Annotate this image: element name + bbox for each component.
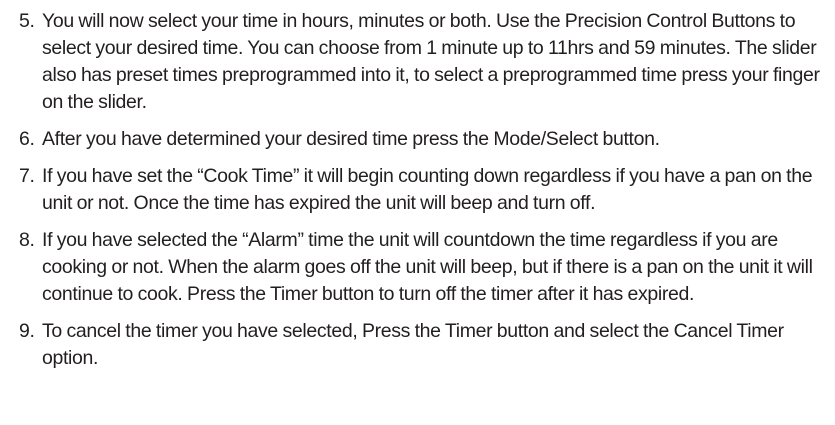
step-9: 9. To cancel the timer you have selected… xyxy=(19,318,823,372)
step-6: 6. After you have determined your desire… xyxy=(19,126,823,153)
step-number: 6. xyxy=(19,128,35,150)
step-text: You will now select your time in hours, … xyxy=(42,10,820,113)
step-text: If you have selected the “Alarm” time th… xyxy=(42,229,813,305)
step-text: After you have determined your desired t… xyxy=(42,128,660,150)
step-text: If you have set the “Cook Time” it will … xyxy=(42,165,813,214)
step-5: 5. You will now select your time in hour… xyxy=(19,8,823,116)
step-number: 9. xyxy=(19,320,35,342)
step-8: 8. If you have selected the “Alarm” time… xyxy=(19,227,823,308)
step-number: 5. xyxy=(19,10,35,32)
instruction-page: 5. You will now select your time in hour… xyxy=(0,0,835,425)
step-7: 7. If you have set the “Cook Time” it wi… xyxy=(19,163,823,217)
timer-steps-list: 5. You will now select your time in hour… xyxy=(19,8,823,372)
step-number: 7. xyxy=(19,165,35,187)
step-number: 8. xyxy=(19,229,35,251)
step-text: To cancel the timer you have selected, P… xyxy=(42,320,784,369)
